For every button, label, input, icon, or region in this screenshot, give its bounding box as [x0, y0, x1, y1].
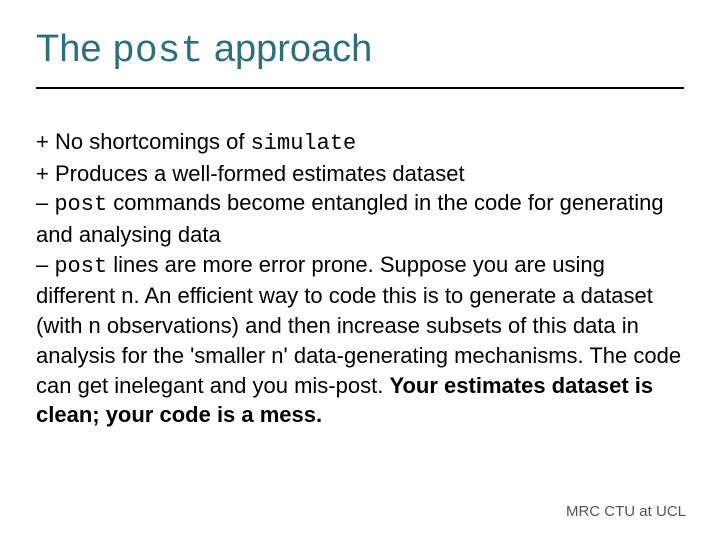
- body-text: + No shortcomings of simulate + Produces…: [36, 127, 684, 430]
- bullet-4-code: post: [54, 254, 107, 279]
- slide: The post approach + No shortcomings of s…: [0, 0, 720, 540]
- footer: MRC CTU at UCL: [566, 503, 686, 520]
- bullet-2: + Produces a well-formed estimates datas…: [36, 161, 465, 186]
- title-underline: [36, 87, 684, 89]
- title-code: post: [112, 30, 203, 73]
- slide-title: The post approach: [36, 28, 684, 73]
- bullet-1-code: simulate: [251, 131, 357, 156]
- bullet-4-pre: –: [36, 252, 54, 277]
- bullet-1-pre: + No shortcomings of: [36, 129, 251, 154]
- title-post: approach: [203, 28, 372, 70]
- bullet-3-post: commands become entangled in the code fo…: [36, 190, 664, 247]
- bullet-3-pre: –: [36, 190, 54, 215]
- title-pre: The: [36, 28, 112, 70]
- bullet-3-code: post: [54, 192, 107, 217]
